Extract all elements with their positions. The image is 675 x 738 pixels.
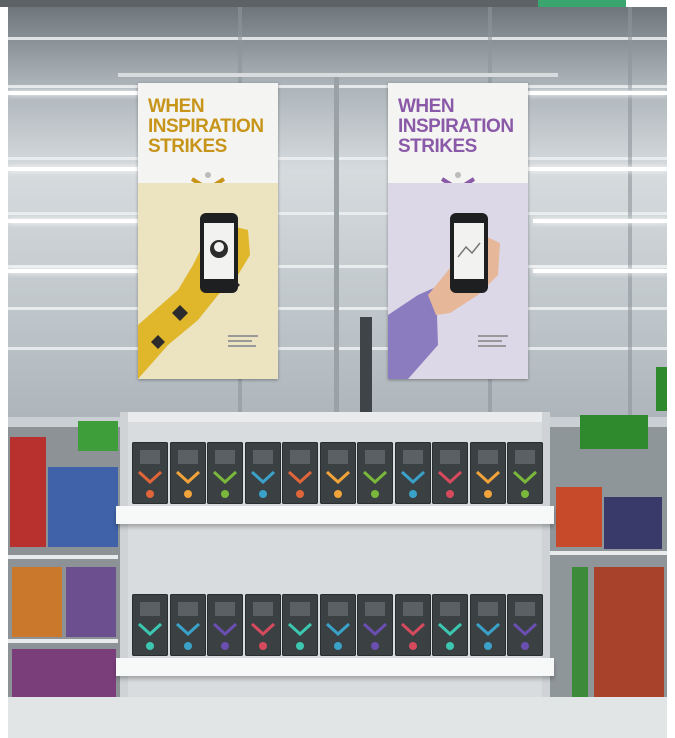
product-box <box>357 594 393 656</box>
product-box <box>432 442 468 504</box>
left-aisle-shelving <box>8 427 122 738</box>
product-box <box>432 594 468 656</box>
product-box <box>132 442 168 504</box>
banner-headline: WHEN INSPIRATION STRIKES <box>148 96 264 157</box>
floor <box>8 697 667 738</box>
product-box <box>469 594 506 656</box>
product-box <box>319 442 356 504</box>
product-box <box>394 594 431 656</box>
fine-print <box>478 335 508 347</box>
product-box <box>282 442 318 504</box>
product-box <box>207 442 243 504</box>
product-box <box>469 442 506 504</box>
product-box <box>394 442 431 504</box>
photo-frame: WHEN INSPIRATION STRIKES WHEN INSPIRATIO… <box>0 0 675 738</box>
top-bar <box>0 0 538 7</box>
product-box <box>169 442 206 504</box>
store-aisle-photo: WHEN INSPIRATION STRIKES WHEN INSPIRATIO… <box>8 7 667 738</box>
product-box <box>244 442 281 504</box>
fine-print <box>228 335 258 347</box>
right-aisle-shelving <box>550 427 667 738</box>
product-box <box>132 594 168 656</box>
support-pole <box>334 77 339 417</box>
product-display-gondola <box>116 412 554 738</box>
product-box <box>319 594 356 656</box>
shelf <box>116 658 554 676</box>
product-box <box>244 594 281 656</box>
smartphone-icon <box>450 213 488 293</box>
hanging-banner-gold: WHEN INSPIRATION STRIKES <box>138 83 278 379</box>
support-pole-dark <box>360 317 372 417</box>
product-box <box>507 442 543 504</box>
shelf <box>116 506 554 524</box>
hanging-banner-purple: WHEN INSPIRATION STRIKES <box>388 83 528 379</box>
product-box <box>282 594 318 656</box>
banner-headline: WHEN INSPIRATION STRIKES <box>398 96 514 157</box>
product-box <box>169 594 206 656</box>
smartphone-icon <box>200 213 238 293</box>
product-box <box>207 594 243 656</box>
product-box <box>507 594 543 656</box>
product-box <box>357 442 393 504</box>
top-bar-accent <box>538 0 626 7</box>
